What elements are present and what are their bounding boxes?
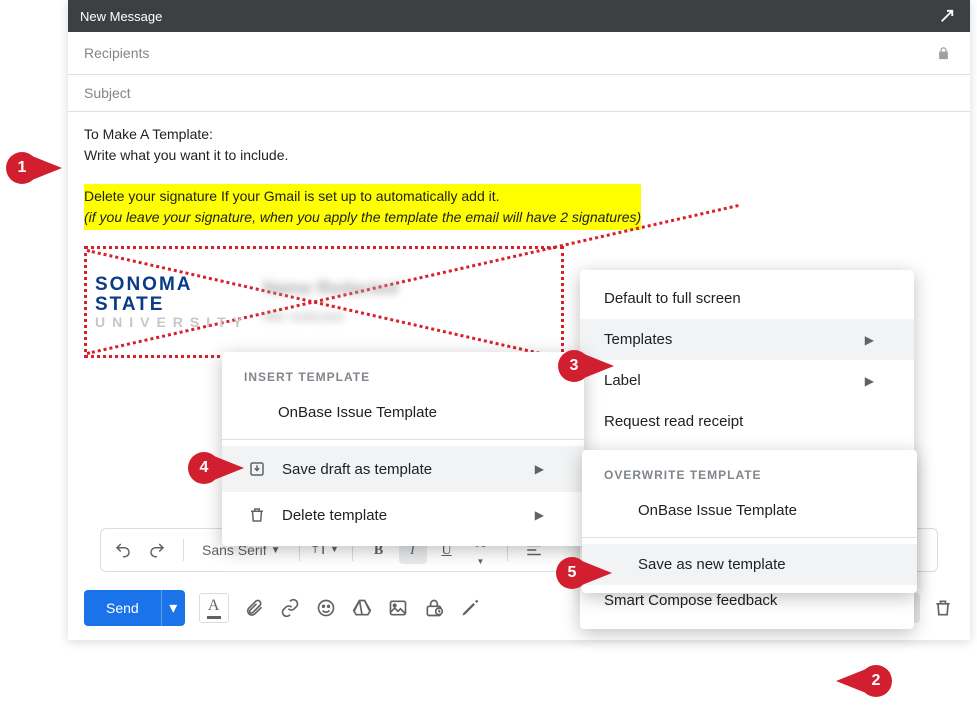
ssu-logo: SONOMA STATE UNIVERSITY — [95, 275, 249, 330]
trash-icon — [246, 504, 268, 526]
subject-placeholder: Subject — [84, 85, 131, 101]
body-line-1: To Make A Template: — [84, 124, 954, 145]
menu-label: Delete template — [282, 507, 387, 524]
redo-icon[interactable] — [143, 536, 171, 564]
emoji-icon[interactable] — [315, 597, 337, 619]
callout-2: 2 — [860, 665, 892, 697]
highlight-block: Delete your signature If your Gmail is s… — [84, 184, 641, 230]
compose-titlebar: New Message — [68, 0, 970, 32]
menu-label: Default to full screen — [604, 290, 741, 307]
send-label: Send — [84, 600, 161, 616]
undo-icon[interactable] — [109, 536, 137, 564]
body-line-2: Write what you want it to include. — [84, 145, 954, 166]
menu-label: Save as new template — [638, 556, 786, 573]
logo-line-1: SONOMA — [95, 275, 249, 295]
menu-label: Smart Compose feedback — [604, 592, 777, 609]
logo-line-3: UNIVERSITY — [95, 315, 249, 330]
menu-item-delete-template[interactable]: Delete template ▶ — [222, 492, 584, 538]
drive-icon[interactable] — [351, 597, 373, 619]
callout-3: 3 — [558, 350, 590, 382]
save-template-submenu: OVERWRITE TEMPLATE OnBase Issue Template… — [582, 450, 917, 593]
link-icon[interactable] — [279, 597, 301, 619]
callout-4: 4 — [188, 452, 220, 484]
attach-icon[interactable] — [243, 597, 265, 619]
menu-item-read-receipt[interactable]: Request read receipt — [580, 401, 914, 450]
image-icon[interactable] — [387, 597, 409, 619]
menu-item-onbase-template[interactable]: OnBase Issue Template — [222, 392, 584, 433]
subject-field[interactable]: Subject — [68, 75, 970, 112]
menu-item-default-full-screen[interactable]: Default to full screen — [580, 278, 914, 319]
chevron-right-icon: ▶ — [865, 374, 874, 388]
signature-crossed-out: SONOMA STATE UNIVERSITY Name Redactedtit… — [84, 246, 564, 358]
highlight-line-2: (if you leave your signature, when you a… — [84, 207, 641, 228]
trash-icon[interactable] — [932, 597, 954, 619]
send-more-dropdown[interactable]: ▾ — [161, 590, 185, 626]
submenu-header-overwrite: OVERWRITE TEMPLATE — [582, 458, 917, 490]
save-icon — [246, 458, 268, 480]
recipients-field[interactable]: Recipients — [68, 32, 970, 75]
chevron-right-icon: ▶ — [535, 462, 544, 476]
pen-icon[interactable] — [459, 597, 481, 619]
menu-item-overwrite-onbase[interactable]: OnBase Issue Template — [582, 490, 917, 531]
text-format-icon[interactable]: A — [199, 593, 229, 623]
menu-item-templates[interactable]: Templates ▶ — [580, 319, 914, 360]
menu-item-save-draft-as-template[interactable]: Save draft as template ▶ — [222, 446, 584, 492]
menu-item-save-new-template[interactable]: Save as new template — [582, 544, 917, 585]
confidential-icon[interactable] — [423, 597, 445, 619]
menu-label: Save draft as template — [282, 461, 432, 478]
separator — [183, 539, 184, 561]
highlight-line-1: Delete your signature If your Gmail is s… — [84, 186, 641, 207]
submenu-header-insert: INSERT TEMPLATE — [222, 360, 584, 392]
menu-label: OnBase Issue Template — [278, 404, 437, 421]
recipients-placeholder: Recipients — [84, 45, 149, 61]
pop-out-icon[interactable] — [936, 5, 958, 27]
lock-icon — [932, 42, 954, 64]
menu-item-label[interactable]: Label ▶ — [580, 360, 914, 401]
chevron-right-icon: ▶ — [865, 333, 874, 347]
logo-line-2: STATE — [95, 295, 249, 315]
callout-5: 5 — [556, 557, 588, 589]
templates-submenu: INSERT TEMPLATE OnBase Issue Template Sa… — [222, 352, 584, 546]
blurred-signature-text: Name Redactedtitle redacted — [263, 275, 398, 329]
menu-label: OnBase Issue Template — [638, 502, 797, 519]
menu-label: Templates — [604, 331, 672, 348]
compose-title: New Message — [80, 9, 162, 24]
callout-1: 1 — [6, 152, 38, 184]
menu-label: Request read receipt — [604, 413, 743, 430]
chevron-right-icon: ▶ — [535, 508, 544, 522]
send-button[interactable]: Send ▾ — [84, 590, 185, 626]
